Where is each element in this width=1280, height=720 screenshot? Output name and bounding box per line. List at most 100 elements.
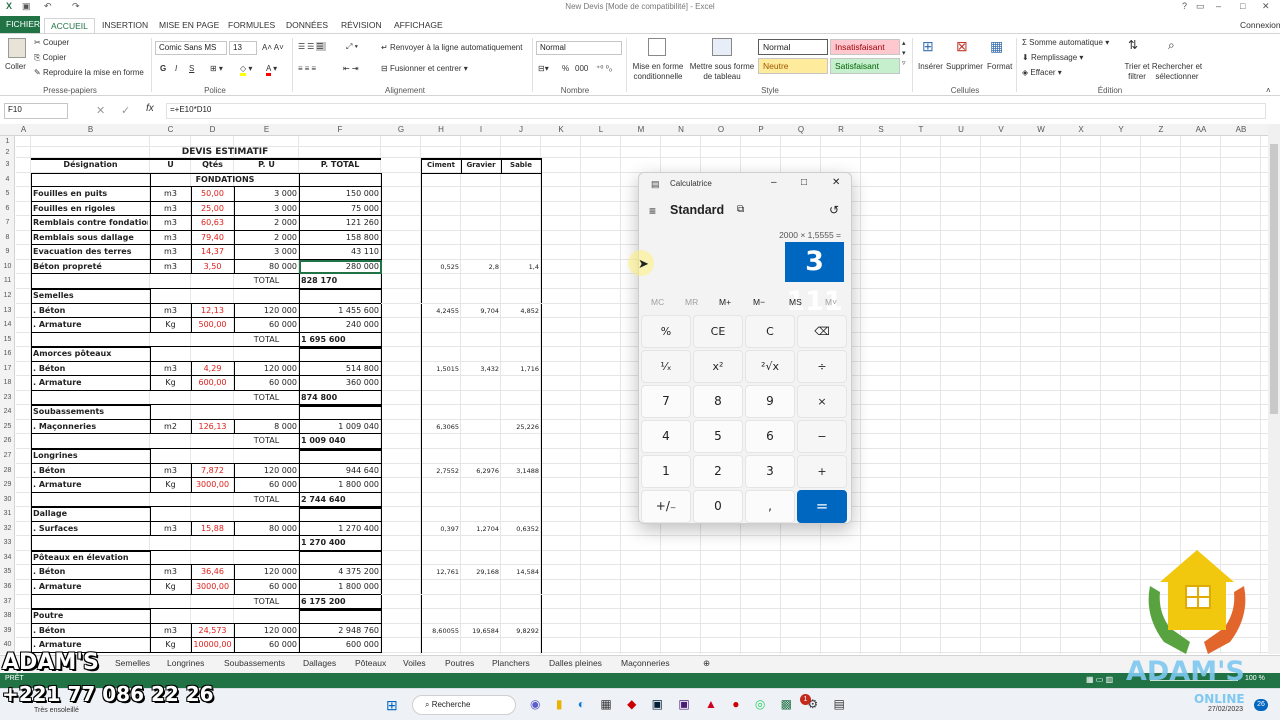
unit-price-cell[interactable]: 2 000: [236, 231, 297, 246]
unit-cell[interactable]: m3: [152, 624, 189, 639]
percent-button[interactable]: %: [562, 64, 569, 73]
active-cell-selection[interactable]: [299, 259, 382, 275]
header-cell[interactable]: P. U: [236, 158, 297, 173]
cement-cell[interactable]: 0,525: [423, 260, 459, 275]
quantity-cell[interactable]: 36,46: [193, 565, 232, 580]
sort-filter-button[interactable]: Trier et filtrer: [1120, 62, 1154, 82]
conditional-format-button[interactable]: Mise en forme conditionnelle: [630, 62, 686, 82]
acrobat-icon[interactable]: ▲: [705, 697, 717, 711]
designation-cell[interactable]: Evacuation des terres: [33, 245, 148, 260]
quantity-cell[interactable]: 4,29: [193, 362, 232, 377]
row-header[interactable]: 5: [0, 187, 15, 202]
quantity-cell[interactable]: 79,40: [193, 231, 232, 246]
unit-price-cell[interactable]: 120 000: [236, 304, 297, 319]
unit-price-cell[interactable]: 120 000: [236, 624, 297, 639]
app-icon[interactable]: ◆: [627, 697, 636, 711]
column-header[interactable]: M: [621, 124, 661, 136]
memory-button[interactable]: M˅: [825, 297, 837, 307]
unit-price-cell[interactable]: 60 000: [236, 638, 297, 653]
sheet-tab[interactable]: Longrines: [167, 658, 204, 668]
row-header[interactable]: 7: [0, 216, 15, 231]
gravel-cell[interactable]: 1,2704: [463, 522, 499, 537]
gravel-cell[interactable]: 6,2976: [463, 464, 499, 479]
column-header[interactable]: AB: [1221, 124, 1261, 136]
quantity-cell[interactable]: 60,63: [193, 216, 232, 231]
row-header[interactable]: 33: [0, 536, 15, 551]
quantity-cell[interactable]: 126,13: [193, 420, 232, 435]
quantity-cell[interactable]: 3000,00: [193, 580, 232, 595]
calc-key[interactable]: ⌫: [797, 315, 847, 348]
unit-cell[interactable]: m3: [152, 245, 189, 260]
price-total-cell[interactable]: 1 455 600: [301, 304, 379, 319]
section-title[interactable]: Semelles: [33, 289, 148, 304]
format-as-table-button[interactable]: Mettre sous forme de tableau: [688, 62, 756, 82]
cement-cell[interactable]: 8,60055: [423, 624, 459, 639]
calc-key[interactable]: x²: [693, 350, 743, 383]
designation-cell[interactable]: . Béton: [33, 362, 148, 377]
quantity-cell[interactable]: 50,00: [193, 187, 232, 202]
total-label[interactable]: TOTAL: [236, 493, 297, 508]
gravel-cell[interactable]: 19,6584: [463, 624, 499, 639]
calc-key[interactable]: 5: [693, 420, 743, 453]
function-button[interactable]: fx: [146, 103, 154, 114]
header-cell[interactable]: Ciment: [423, 158, 459, 173]
row-header[interactable]: 14: [0, 318, 15, 333]
row-header[interactable]: 36: [0, 580, 15, 595]
vertical-scrollbar[interactable]: [1268, 124, 1280, 654]
sheet-tab[interactable]: Dalles pleines: [549, 658, 602, 668]
tab-review[interactable]: RÉVISION: [335, 18, 388, 33]
calc-key[interactable]: ÷: [797, 350, 847, 383]
section-title[interactable]: Soubassements: [33, 405, 148, 420]
sand-cell[interactable]: 9,8292: [503, 624, 539, 639]
tab-home[interactable]: ACCUEIL: [44, 18, 95, 33]
unit-cell[interactable]: m2: [152, 420, 189, 435]
total-label[interactable]: TOTAL: [236, 333, 297, 348]
calc-key[interactable]: CE: [693, 315, 743, 348]
header-cell[interactable]: Sable: [503, 158, 539, 173]
price-total-cell[interactable]: 240 000: [301, 318, 379, 333]
tab-view[interactable]: AFFICHAGE: [388, 18, 449, 33]
column-header[interactable]: D: [191, 124, 234, 136]
format-cells-button[interactable]: Format: [987, 62, 1012, 71]
price-total-cell[interactable]: 600 000: [301, 638, 379, 653]
column-header[interactable]: C: [150, 124, 191, 136]
designation-cell[interactable]: . Béton: [33, 624, 148, 639]
column-header[interactable]: V: [981, 124, 1021, 136]
column-header[interactable]: AA: [1181, 124, 1221, 136]
ribbon-options-icon[interactable]: ▭: [1196, 1, 1205, 12]
number-format-select[interactable]: Normal: [536, 41, 622, 55]
sheet-tab[interactable]: Pôteaux: [355, 658, 386, 668]
cement-cell[interactable]: 4,2455: [423, 304, 459, 319]
calc-key[interactable]: 7: [641, 385, 691, 418]
tab-page-layout[interactable]: MISE EN PAGE: [153, 18, 225, 33]
price-total-cell[interactable]: 360 000: [301, 376, 379, 391]
bold-button[interactable]: G: [160, 64, 166, 73]
row-header[interactable]: 35: [0, 565, 15, 580]
unit-cell[interactable]: Kg: [152, 318, 189, 333]
price-total-cell[interactable]: 1 009 040: [301, 420, 379, 435]
calc-key[interactable]: 4: [641, 420, 691, 453]
clear-button[interactable]: ◈ Effacer ▾: [1022, 68, 1062, 77]
row-header[interactable]: 16: [0, 347, 15, 362]
total-label[interactable]: TOTAL: [236, 391, 297, 406]
calc-key[interactable]: ²√x: [745, 350, 795, 383]
cut-button[interactable]: ✂ Couper: [34, 38, 69, 47]
unit-cell[interactable]: m3: [152, 216, 189, 231]
row-header[interactable]: 38: [0, 609, 15, 624]
cancel-icon[interactable]: ✕: [96, 104, 105, 117]
quantity-cell[interactable]: 24,573: [193, 624, 232, 639]
styles-more-icon[interactable]: ▴ ▾ ▿: [902, 39, 906, 69]
section-title[interactable]: Pôteaux en élevation: [33, 551, 148, 566]
column-header[interactable]: S: [861, 124, 901, 136]
row-header[interactable]: 23: [0, 391, 15, 406]
help-button[interactable]: ?: [1182, 1, 1187, 11]
calc-key[interactable]: 1: [641, 455, 691, 488]
column-header[interactable]: G: [381, 124, 421, 136]
price-total-cell[interactable]: 514 800: [301, 362, 379, 377]
calc-key[interactable]: −: [797, 420, 847, 453]
header-cell[interactable]: Gravier: [463, 158, 499, 173]
quantity-cell[interactable]: 12,13: [193, 304, 232, 319]
formula-input[interactable]: =+E10*D10: [166, 103, 1266, 119]
quantity-cell[interactable]: 25,00: [193, 202, 232, 217]
header-cell[interactable]: P. TOTAL: [301, 158, 379, 173]
